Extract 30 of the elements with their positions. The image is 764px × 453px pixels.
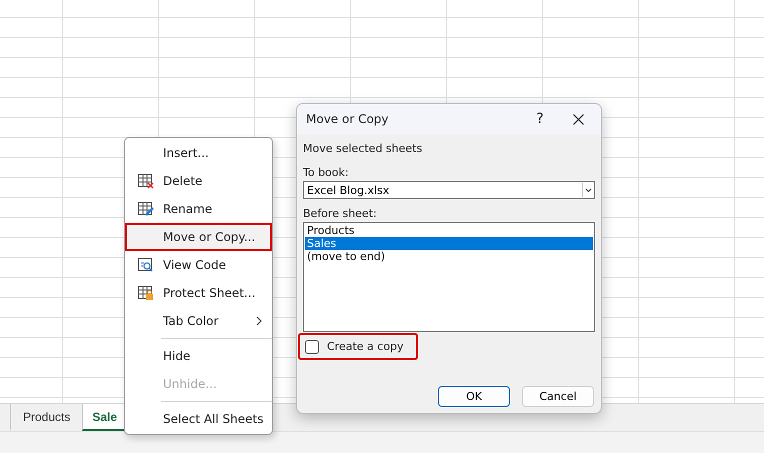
create-copy-option[interactable]: Create a copy — [298, 333, 418, 360]
create-copy-checkbox[interactable] — [305, 340, 319, 354]
checkbox-label: Create a copy — [327, 340, 404, 353]
to-book-dropdown[interactable]: Excel Blog.xlsx — [303, 181, 595, 199]
help-button[interactable]: ? — [521, 104, 559, 134]
sheet-tab[interactable]: Products — [10, 404, 82, 431]
before-sheet-label: Before sheet: — [303, 207, 378, 220]
menu-item[interactable]: Hide — [125, 342, 272, 370]
rename-icon — [136, 201, 154, 217]
menu-item[interactable]: Protect Sheet... — [125, 279, 272, 307]
menu-item[interactable]: View Code — [125, 251, 272, 279]
list-item[interactable]: (move to end) — [305, 250, 593, 263]
dialog-title: Move or Copy — [306, 112, 390, 126]
menu-item[interactable]: Rename — [125, 195, 272, 223]
list-item[interactable]: Products — [305, 224, 593, 237]
dialog-button[interactable]: OK — [438, 386, 510, 407]
list-item[interactable]: Sales — [305, 237, 593, 250]
chevron-right-icon — [256, 316, 262, 326]
menu-item[interactable]: Tab Color — [125, 307, 272, 335]
menu-item[interactable]: Insert... — [125, 139, 272, 167]
menu-item[interactable]: Delete — [125, 167, 272, 195]
delete-sheet-icon — [136, 173, 154, 189]
protect-sheet-icon — [136, 285, 154, 301]
dialog-button[interactable]: Cancel — [522, 386, 594, 407]
dialog-heading: Move selected sheets — [303, 142, 424, 155]
view-code-icon — [136, 257, 154, 273]
close-icon — [572, 114, 584, 124]
to-book-label: To book: — [303, 166, 350, 179]
dropdown-caret-icon — [582, 183, 594, 197]
menu-item[interactable]: Move or Copy... — [125, 223, 272, 251]
